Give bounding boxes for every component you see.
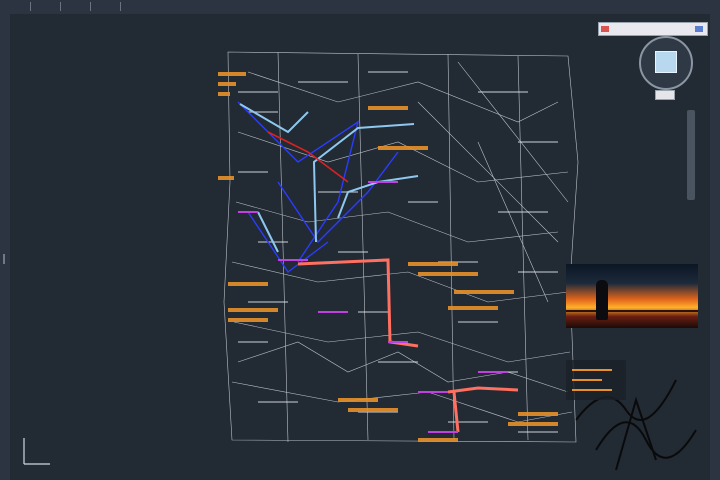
site-boundary: [223, 51, 579, 443]
viewcube-face[interactable]: [655, 51, 677, 73]
grid-line: [357, 53, 369, 441]
road-edge: [237, 341, 569, 393]
right-panel-edge: [710, 14, 720, 480]
grid-line: [517, 55, 529, 441]
base-linework: [223, 51, 579, 443]
vertical-scrollbar[interactable]: [687, 110, 695, 200]
salmon-route-line: [452, 391, 460, 433]
contour-line: [247, 71, 559, 123]
cad-drawing[interactable]: [218, 42, 584, 450]
ucs-axis-icon: [23, 438, 50, 465]
orange-label: [218, 82, 236, 86]
menu-separator: [30, 2, 31, 11]
photo-rail: [566, 310, 698, 312]
contour-line: [237, 131, 569, 183]
orange-label: [228, 308, 278, 312]
light-blue-lines: [239, 103, 419, 253]
orange-label: [378, 146, 428, 150]
menu-item-5[interactable]: [124, 1, 130, 12]
blue-line: [237, 101, 360, 263]
light-blue-line: [239, 103, 309, 134]
status-marker: [695, 26, 703, 32]
orange-label: [338, 398, 378, 402]
menu-separator: [60, 2, 61, 11]
menu-item-1[interactable]: [4, 1, 10, 12]
menu-item-2[interactable]: [34, 1, 40, 12]
photo-sky: [566, 264, 698, 328]
sunset-photo: [566, 264, 698, 328]
menu-separator: [90, 2, 91, 11]
signature-overlay: [566, 360, 697, 471]
contour-line: [235, 201, 559, 243]
orange-label: [408, 262, 458, 266]
wcs-menu-button[interactable]: [655, 90, 675, 100]
viewcube-icon[interactable]: [639, 36, 693, 90]
status-marker: [601, 26, 609, 32]
menu-separator: [120, 2, 121, 11]
salmon-route-line: [447, 386, 519, 394]
photo-person: [596, 280, 608, 320]
orange-label: [454, 290, 514, 294]
orange-label: [228, 318, 268, 322]
orange-label: [418, 272, 478, 276]
orange-label: [218, 92, 230, 96]
orange-label: [508, 422, 558, 426]
info-strip: [598, 22, 708, 36]
orange-label: [368, 106, 408, 110]
blue-line: [277, 151, 399, 244]
orange-label: [418, 438, 458, 442]
orange-label: [218, 176, 234, 180]
orange-label: [218, 72, 246, 76]
contour-line: [231, 261, 569, 303]
orange-label: [518, 412, 558, 416]
left-panel-edge: [0, 14, 10, 480]
orange-label: [228, 282, 268, 286]
orange-label: [348, 408, 398, 412]
orange-labels: [218, 72, 558, 442]
panel-grip[interactable]: [3, 254, 5, 264]
menu-bar: [0, 0, 720, 15]
menu-item-3[interactable]: [64, 1, 70, 12]
menu-item-4[interactable]: [94, 1, 100, 12]
grid-line: [277, 51, 289, 443]
salmon-route: [297, 258, 519, 433]
orange-label: [448, 306, 498, 310]
